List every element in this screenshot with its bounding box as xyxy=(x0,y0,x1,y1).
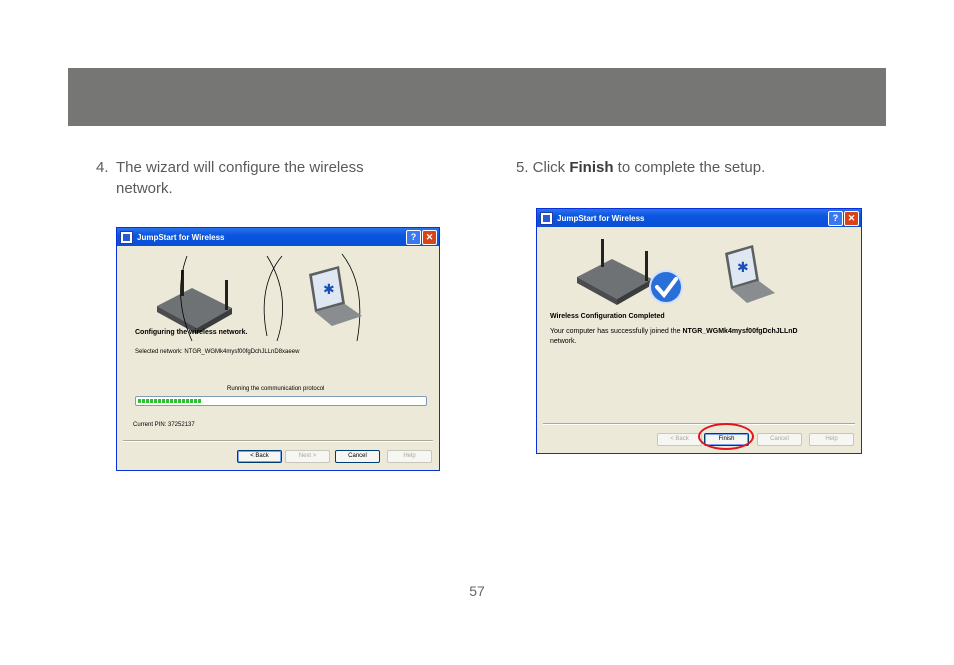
cancel-button[interactable]: Cancel xyxy=(335,450,380,463)
step-4-number: 4. xyxy=(96,159,109,176)
question-mark-icon[interactable]: ? xyxy=(406,230,421,245)
back-button[interactable]: < Back xyxy=(657,433,702,446)
help-button[interactable]: Help xyxy=(387,450,432,463)
help-button[interactable]: Help xyxy=(809,433,854,446)
header-band xyxy=(68,68,886,126)
progress-segment xyxy=(138,399,141,403)
completed-heading: Wireless Configuration Completed xyxy=(550,313,665,320)
configuring-heading: Configuring the wireless network. xyxy=(135,329,248,336)
step-5-text: 5. Click Finish to complete the setup. xyxy=(516,157,856,178)
router-icon xyxy=(157,270,232,334)
app-icon xyxy=(120,230,133,244)
step-4-text: 4. The wizard will configure the wireless… xyxy=(96,157,396,199)
title-bar: JumpStart for Wireless ? ✕ xyxy=(537,209,861,227)
svg-text:✱: ✱ xyxy=(737,260,749,276)
finish-highlight-ring xyxy=(698,423,754,450)
dialog-title: JumpStart for Wireless xyxy=(557,213,645,223)
checkmark-icon xyxy=(649,270,683,304)
success-message-line2: network. xyxy=(550,338,577,345)
svg-text:✱: ✱ xyxy=(323,282,335,298)
button-separator xyxy=(543,423,855,425)
step-5-prefix: 5. Click xyxy=(516,159,570,176)
progress-segment xyxy=(146,399,149,403)
message-prefix: Your computer has successfully joined th… xyxy=(550,328,683,335)
status-text: Running the communication protocol xyxy=(227,386,325,392)
back-button[interactable]: < Back xyxy=(237,450,282,463)
title-bar: JumpStart for Wireless ? ✕ xyxy=(117,228,439,246)
progress-segment xyxy=(178,399,181,403)
progress-segment xyxy=(194,399,197,403)
progress-segment xyxy=(154,399,157,403)
close-icon[interactable]: ✕ xyxy=(844,211,859,226)
laptop-icon: ✱ xyxy=(725,245,775,303)
cancel-button[interactable]: Cancel xyxy=(757,433,802,446)
progress-segment xyxy=(142,399,145,403)
success-message-line1: Your computer has successfully joined th… xyxy=(550,328,798,335)
current-pin-text: Current PIN: 37252137 xyxy=(133,422,195,428)
success-illustration: ✱ xyxy=(577,239,775,305)
progress-segment xyxy=(170,399,173,403)
next-button[interactable]: Next > xyxy=(285,450,330,463)
selected-network-text: Selected network: NTGR_WGMk4mysf00fgDchJ… xyxy=(135,349,300,355)
step-5-suffix: to complete the setup. xyxy=(613,159,766,176)
step-5-finish-word: Finish xyxy=(569,159,614,176)
jumpstart-dialog-completed: JumpStart for Wireless ? ✕ ✱ Wireless Co… xyxy=(536,208,862,454)
progress-segment xyxy=(190,399,193,403)
router-icon xyxy=(577,239,652,305)
button-separator xyxy=(123,440,433,442)
network-name: NTGR_WGMk4mysf00fgDchJLLnD xyxy=(682,328,798,335)
step-4-line1: The wizard will configure the wireless xyxy=(116,159,364,176)
progress-segment xyxy=(182,399,185,403)
dialog-title: JumpStart for Wireless xyxy=(137,232,225,242)
progress-segment xyxy=(174,399,177,403)
page-number: 57 xyxy=(469,583,485,599)
progress-segment xyxy=(158,399,161,403)
progress-segment xyxy=(186,399,189,403)
jumpstart-dialog-configuring: JumpStart for Wireless ? ✕ ✱ Configuring… xyxy=(116,227,440,471)
close-icon[interactable]: ✕ xyxy=(422,230,437,245)
progress-bar xyxy=(135,396,427,406)
question-mark-icon[interactable]: ? xyxy=(828,211,843,226)
step-4-line2: network. xyxy=(116,180,173,197)
progress-segment xyxy=(150,399,153,403)
app-icon xyxy=(540,211,553,225)
progress-segment xyxy=(166,399,169,403)
progress-segment xyxy=(162,399,165,403)
progress-fill xyxy=(138,399,201,403)
progress-segment xyxy=(198,399,201,403)
